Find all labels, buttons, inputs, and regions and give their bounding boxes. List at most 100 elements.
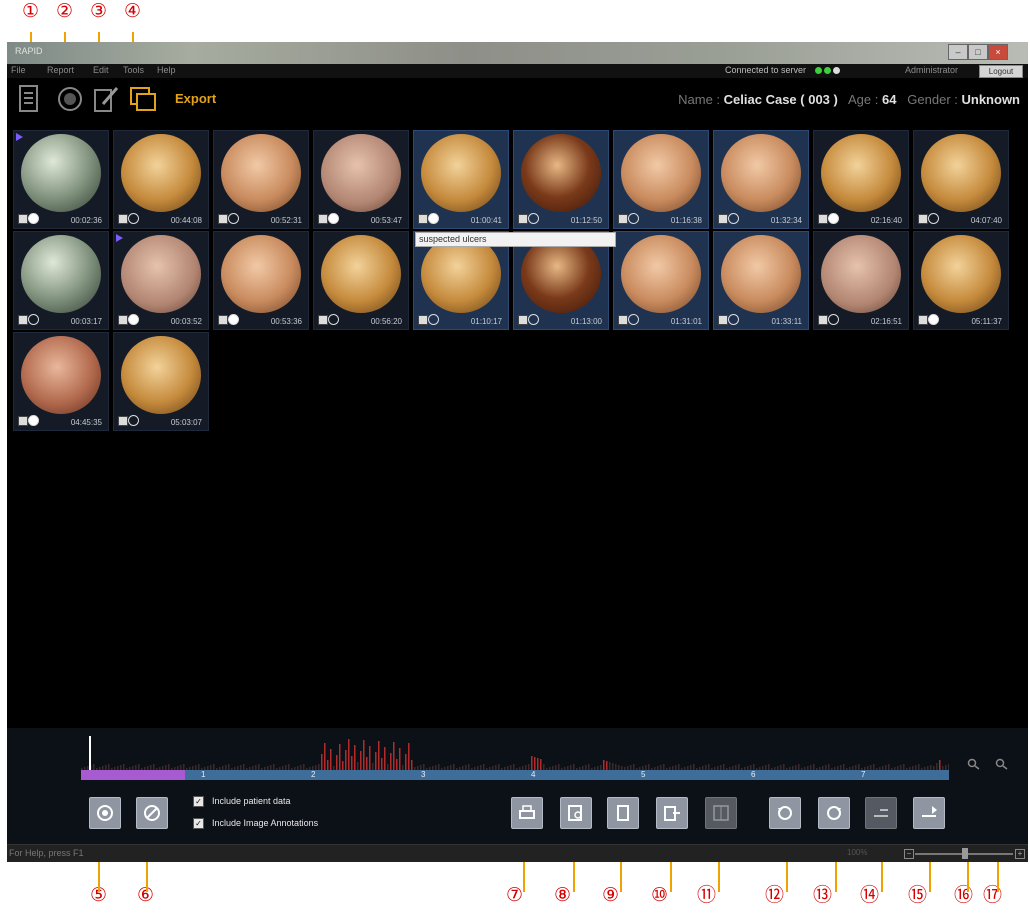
logout-button[interactable]: Logout <box>979 65 1023 78</box>
thumbnail-item[interactable]: 00:53:36 <box>213 231 309 330</box>
timeline-segment-label: 7 <box>861 770 866 779</box>
thumbnail-item[interactable]: 04:45:35 <box>13 332 109 431</box>
histogram-bar <box>360 751 362 770</box>
menu-tools[interactable]: Tools <box>123 65 144 75</box>
thumbnail-checkbox[interactable] <box>118 315 128 325</box>
thumbnail-checkbox[interactable] <box>818 214 828 224</box>
include-image-annotations-label: Include Image Annotations <box>212 818 319 828</box>
thumbnail-item[interactable]: 01:16:38 <box>613 130 709 229</box>
thumbnail-item[interactable]: 01:32:34 <box>713 130 809 229</box>
thumbnail-item[interactable]: 00:44:08 <box>113 130 209 229</box>
rotate-left-button[interactable] <box>769 797 801 829</box>
timeline-track[interactable]: 1 2 3 4 5 6 7 <box>81 770 949 780</box>
report-document-icon[interactable] <box>16 84 42 114</box>
move-forward-button[interactable] <box>913 797 945 829</box>
endoscopy-image <box>721 134 801 212</box>
thumbnail-checkbox[interactable] <box>18 214 28 224</box>
thumbnail-item[interactable]: 00:53:47 <box>313 130 409 229</box>
thumbnail-checkbox[interactable] <box>318 315 328 325</box>
thumbnail-item[interactable]: 01:31:01 <box>613 231 709 330</box>
thumbnail-checkbox[interactable] <box>718 214 728 224</box>
thumbnail-item[interactable]: 00:02:36 <box>13 130 109 229</box>
timeline-cursor[interactable] <box>89 736 91 770</box>
thumbnail-checkbox[interactable] <box>18 315 28 325</box>
thumbnail-checkbox[interactable] <box>718 315 728 325</box>
zoom-slider-knob[interactable] <box>962 848 968 859</box>
thumbnail-checkbox[interactable] <box>418 315 428 325</box>
thumbnail-checkbox[interactable] <box>518 315 528 325</box>
select-all-button[interactable] <box>89 797 121 829</box>
edit-notes-icon[interactable] <box>93 84 119 114</box>
deselect-all-button[interactable] <box>136 797 168 829</box>
thumbnail-item[interactable]: 04:07:40 <box>913 130 1009 229</box>
thumbnail-item[interactable]: 00:03:17 <box>13 231 109 330</box>
zoom-decrease-button[interactable]: − <box>904 849 914 859</box>
histogram-bar <box>411 760 413 770</box>
thumbnail-timestamp: 04:45:35 <box>70 418 102 427</box>
zoom-out-icon[interactable] <box>995 758 1011 770</box>
menu-edit[interactable]: Edit <box>93 65 109 75</box>
rotate-right-button[interactable] <box>818 797 850 829</box>
export-icon[interactable] <box>129 84 156 114</box>
histogram-bar <box>609 762 611 770</box>
histogram-bar <box>324 743 326 770</box>
thumbnail-checkbox[interactable] <box>818 315 828 325</box>
maximize-button[interactable]: □ <box>968 44 988 60</box>
export-page-button[interactable] <box>607 797 639 829</box>
move-back-button[interactable] <box>865 797 897 829</box>
thumbnail-checkbox[interactable] <box>518 214 528 224</box>
thumbnail-item[interactable]: 00:52:31 <box>213 130 309 229</box>
thumbnail-timestamp: 01:33:11 <box>771 317 802 326</box>
thumbnail-item[interactable]: 01:33:11 <box>713 231 809 330</box>
thumbnail-checkbox[interactable] <box>918 214 928 224</box>
callout-number: ⑭ <box>860 884 880 906</box>
thumbnail-checkbox[interactable] <box>318 214 328 224</box>
grid-layout-button[interactable] <box>705 797 737 829</box>
thumbnail-item[interactable]: 01:12:50 <box>513 130 609 229</box>
thumbnail-checkbox[interactable] <box>418 214 428 224</box>
histogram-bar <box>399 748 401 770</box>
histogram-bar <box>369 746 371 770</box>
histogram-bar <box>396 759 398 770</box>
print-button[interactable] <box>511 797 543 829</box>
include-patient-data-label: Include patient data <box>212 796 291 806</box>
include-patient-data-checkbox[interactable]: ✓ <box>193 796 204 808</box>
capsule-view-icon[interactable] <box>57 84 83 114</box>
thumbnail-checkbox[interactable] <box>118 214 128 224</box>
export-to-file-button[interactable] <box>656 797 688 829</box>
menu-help[interactable]: Help <box>157 65 176 75</box>
histogram-bar <box>321 754 323 770</box>
user-name: Administrator <box>905 65 959 75</box>
menu-report[interactable]: Report <box>47 65 74 75</box>
include-image-annotations-checkbox[interactable]: ✓ <box>193 818 204 830</box>
minimize-button[interactable]: – <box>948 44 968 60</box>
include-patient-data-option[interactable]: ✓ Include patient data <box>193 796 291 808</box>
thumbnail-item[interactable]: 05:03:07 <box>113 332 209 431</box>
thumbnail-item[interactable]: 01:00:41 <box>413 130 509 229</box>
thumbnail-checkbox[interactable] <box>618 315 628 325</box>
thumbnail-checkbox[interactable] <box>118 416 128 426</box>
thumbnail-checkbox[interactable] <box>18 416 28 426</box>
thumbnail-item[interactable]: 05:11:37 <box>913 231 1009 330</box>
thumbnail-checkbox[interactable] <box>218 214 228 224</box>
thumbnail-checkbox[interactable] <box>218 315 228 325</box>
thumbnail-item[interactable]: 02:16:40 <box>813 130 909 229</box>
print-preview-button[interactable] <box>560 797 592 829</box>
annotation-dot-icon <box>128 213 139 224</box>
annotation-dot-icon <box>528 314 539 325</box>
thumbnail-checkbox[interactable] <box>918 315 928 325</box>
main-toolbar: Export Name : Celiac Case ( 003 ) Age : … <box>7 78 1028 122</box>
include-image-annotations-option[interactable]: ✓ Include Image Annotations <box>193 818 319 830</box>
close-button[interactable]: × <box>988 44 1008 60</box>
thumbnail-item[interactable]: 00:03:52 <box>113 231 209 330</box>
endoscopy-image <box>821 235 901 313</box>
menu-file[interactable]: File <box>11 65 26 75</box>
thumbnail-timestamp: 01:16:38 <box>670 216 702 225</box>
thumbnail-checkbox[interactable] <box>618 214 628 224</box>
callout-number: ⑯ <box>954 884 974 906</box>
thumbnail-timestamp: 01:32:34 <box>770 216 802 225</box>
zoom-increase-button[interactable]: + <box>1015 849 1025 859</box>
thumbnail-item[interactable]: 02:16:51 <box>813 231 909 330</box>
thumbnail-item[interactable]: 00:56:20 <box>313 231 409 330</box>
zoom-in-icon[interactable] <box>967 758 983 770</box>
